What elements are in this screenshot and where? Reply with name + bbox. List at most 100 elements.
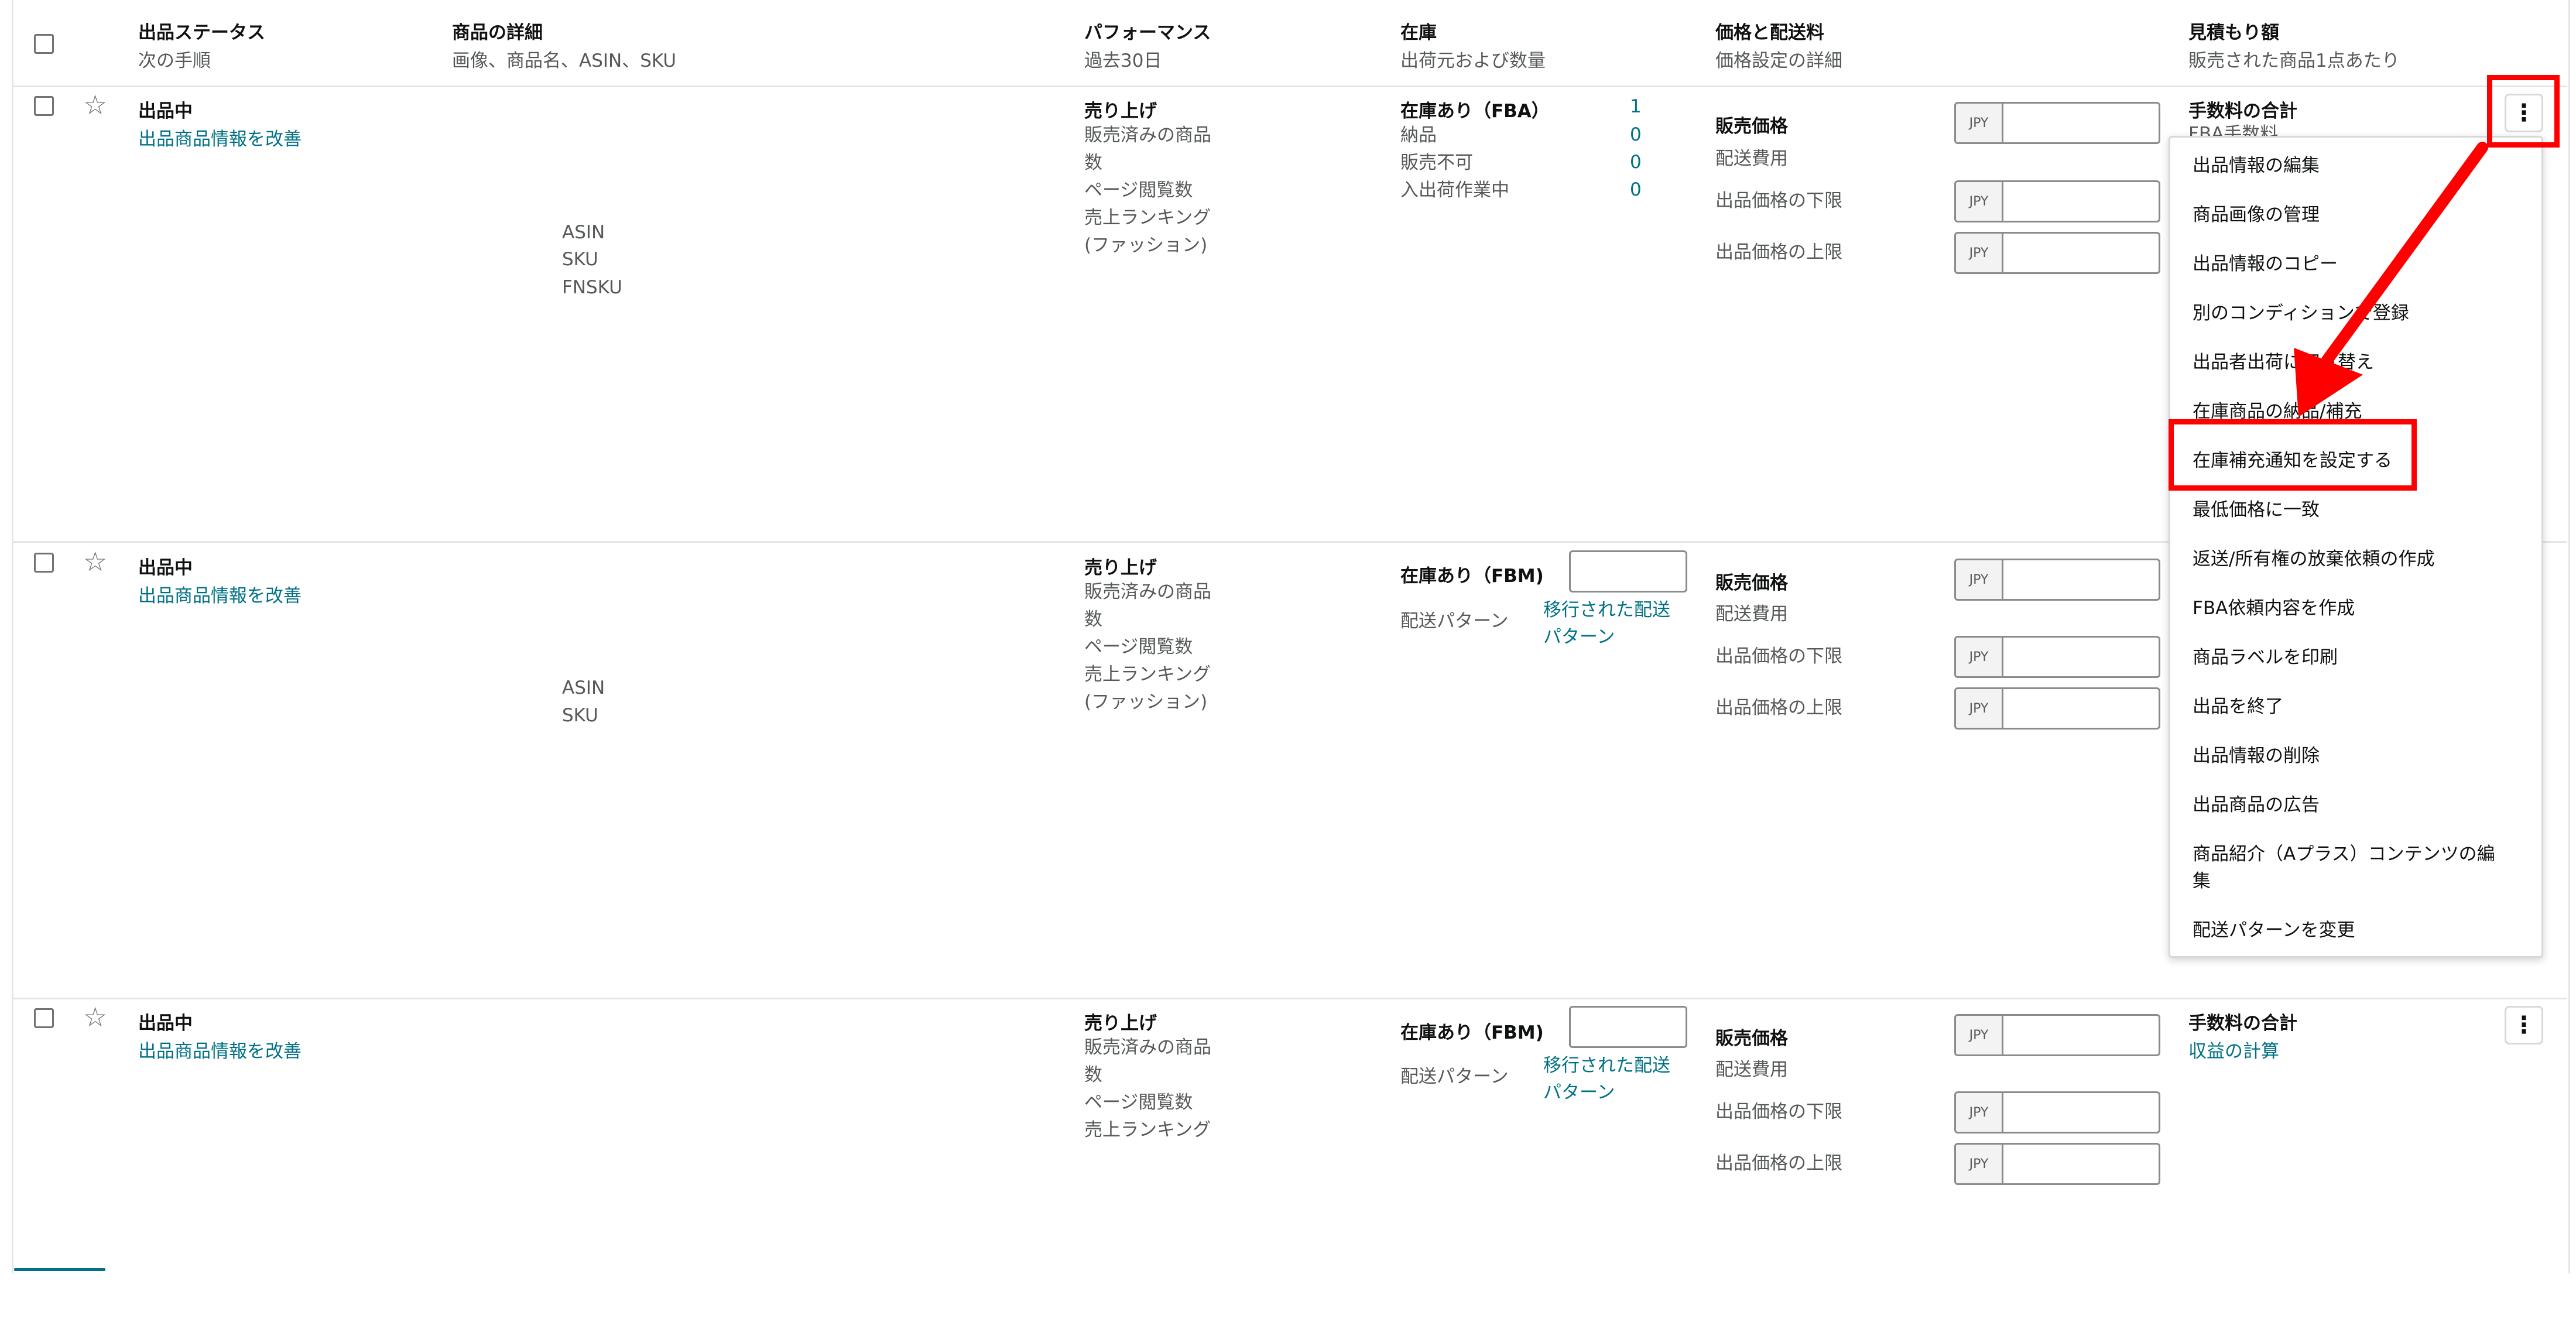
perf-ranking: 売上ランキング — [1084, 664, 1211, 685]
revenue-calculator-link[interactable]: 収益の計算 — [2188, 1036, 2279, 1063]
menu-item-print-labels[interactable]: 商品ラベルを印刷 — [2193, 642, 2338, 669]
currency-label: JPY — [1956, 234, 2003, 272]
min-price-input[interactable]: JPY — [1954, 636, 2160, 678]
min-price-input[interactable]: JPY — [1954, 1091, 2160, 1133]
perf-ranking: 売上ランキング — [1084, 207, 1211, 228]
menu-item-add-condition[interactable]: 別のコンディションで登録 — [2193, 298, 2409, 324]
inventory-title: 在庫あり（FBA） — [1400, 101, 1550, 122]
currency-label: JPY — [1956, 104, 2003, 142]
menu-item-create-fba-order[interactable]: FBA依頼内容を作成 — [2193, 593, 2355, 619]
select-all-checkbox[interactable] — [34, 34, 54, 54]
header-price-title[interactable]: 価格と配送料 — [1715, 18, 1824, 44]
star-outline-icon[interactable]: ☆ — [83, 548, 107, 575]
shipping-pattern-link[interactable]: 移行された配送 — [1543, 595, 1670, 621]
currency-label: JPY — [1956, 182, 2003, 221]
min-price-label: 出品価格の下限 — [1715, 190, 1842, 211]
header-inventory-title[interactable]: 在庫 — [1400, 18, 1437, 44]
perf-ranking: 売上ランキング — [1084, 1119, 1211, 1141]
perf-units: 販売済みの商品 — [1084, 581, 1211, 602]
max-price-label: 出品価格の上限 — [1715, 697, 1842, 718]
max-price-label: 出品価格の上限 — [1715, 1153, 1842, 1174]
max-price-input[interactable]: JPY — [1954, 232, 2160, 274]
asin-label: ASIN — [562, 222, 605, 243]
sku-label: SKU — [562, 249, 598, 270]
perf-page-views: ページ閲覧数 — [1084, 180, 1193, 201]
header-perf-title[interactable]: パフォーマンス — [1084, 18, 1211, 44]
max-price-input[interactable]: JPY — [1954, 687, 2160, 730]
menu-item-copy-listing[interactable]: 出品情報のコピー — [2193, 249, 2338, 275]
min-price-label: 出品価格の下限 — [1715, 1101, 1842, 1122]
menu-item-advertise[interactable]: 出品商品の広告 — [2193, 790, 2320, 816]
header-details-sub: 画像、商品名、ASIN、SKU — [452, 50, 677, 71]
perf-sales: 売り上げ — [1084, 1013, 1157, 1034]
quantity-input[interactable] — [1569, 550, 1687, 593]
inventory-value[interactable]: 0 — [1630, 152, 1642, 173]
fba-fee-label: FBA手数料 — [2188, 124, 2279, 136]
perf-category: (ファッション) — [1084, 235, 1208, 256]
fee-total-label: 手数料の合計 — [2188, 101, 2297, 122]
inventory-value[interactable]: 1 — [1630, 96, 1642, 117]
shipping-fee-label: 配送費用 — [1715, 148, 1788, 169]
sku-label: SKU — [562, 705, 598, 726]
menu-item-edit-listing[interactable]: 出品情報の編集 — [2193, 150, 2320, 177]
kebab-menu-icon[interactable]: ⋮ — [2505, 1006, 2543, 1045]
perf-units-cont: 数 — [1084, 1064, 1102, 1085]
shipping-pattern-label: 配送パターン — [1400, 611, 1509, 632]
header-perf-sub: 過去30日 — [1084, 50, 1162, 71]
improve-listing-link[interactable]: 出品商品情報を改善 — [138, 1036, 302, 1063]
shipping-pattern-link-cont[interactable]: パターン — [1543, 1077, 1615, 1104]
inventory-value[interactable]: 0 — [1630, 124, 1642, 145]
pagination-accent — [14, 1268, 105, 1271]
perf-category: (ファッション) — [1084, 691, 1208, 713]
menu-item-edit-aplus-cont[interactable]: 集 — [2193, 866, 2211, 892]
header-details-title[interactable]: 商品の詳細 — [452, 18, 543, 44]
menu-item-edit-aplus[interactable]: 商品紹介（Aプラス）コンテンツの編 — [2193, 839, 2495, 865]
row-checkbox[interactable] — [34, 553, 54, 573]
highlight-restock-box — [2169, 419, 2417, 491]
row-checkbox[interactable] — [34, 96, 54, 116]
header-estimate-title[interactable]: 見積もり額 — [2188, 18, 2279, 44]
header-inventory-sub: 出荷元および数量 — [1400, 50, 1546, 71]
perf-units: 販売済みの商品 — [1084, 1037, 1211, 1058]
improve-listing-link[interactable]: 出品商品情報を改善 — [138, 581, 302, 607]
max-price-label: 出品価格の上限 — [1715, 242, 1842, 263]
price-input[interactable]: JPY — [1954, 559, 2160, 601]
shipping-pattern-link-cont[interactable]: パターン — [1543, 622, 1615, 648]
inventory-label: 納品 — [1400, 125, 1437, 146]
inventory-value[interactable]: 0 — [1630, 179, 1642, 200]
shipping-pattern-link[interactable]: 移行された配送 — [1543, 1050, 1670, 1077]
inventory-label: 入出荷作業中 — [1400, 180, 1509, 201]
row-checkbox[interactable] — [34, 1008, 54, 1028]
inventory-label: 販売不可 — [1400, 152, 1473, 173]
min-price-input[interactable]: JPY — [1954, 180, 2160, 222]
menu-item-removal-order[interactable]: 返送/所有権の放棄依頼の作成 — [2193, 544, 2434, 570]
shipping-fee-label: 配送費用 — [1715, 604, 1788, 625]
listing-status: 出品中 — [138, 1013, 193, 1034]
menu-item-close-listing[interactable]: 出品を終了 — [2193, 691, 2283, 718]
star-outline-icon[interactable]: ☆ — [83, 1004, 107, 1030]
menu-item-change-shipping[interactable]: 配送パターンを変更 — [2193, 915, 2355, 941]
menu-item-manage-images[interactable]: 商品画像の管理 — [2193, 200, 2320, 226]
row-divider — [12, 998, 2567, 999]
perf-units-cont: 数 — [1084, 609, 1102, 630]
header-divider — [12, 85, 2567, 87]
menu-item-match-low-price[interactable]: 最低価格に一致 — [2193, 495, 2320, 521]
menu-item-delete-listing[interactable]: 出品情報の削除 — [2193, 741, 2320, 767]
header-estimate-sub: 販売された商品1点あたり — [2188, 50, 2400, 71]
min-price-label: 出品価格の下限 — [1715, 646, 1842, 667]
quantity-input[interactable] — [1569, 1006, 1687, 1048]
header-price-sub: 価格設定の詳細 — [1715, 50, 1842, 71]
improve-listing-link[interactable]: 出品商品情報を改善 — [138, 124, 302, 150]
max-price-input[interactable]: JPY — [1954, 1143, 2160, 1185]
header-status-title[interactable]: 出品ステータス — [138, 18, 265, 44]
perf-sales: 売り上げ — [1084, 557, 1157, 578]
star-outline-icon[interactable]: ☆ — [83, 91, 107, 118]
perf-units-cont: 数 — [1084, 152, 1102, 173]
asin-label: ASIN — [562, 677, 605, 698]
currency-label: JPY — [1956, 560, 2003, 599]
menu-item-switch-to-merchant[interactable]: 出品者出荷に切り替え — [2193, 347, 2374, 374]
price-input[interactable]: JPY — [1954, 1014, 2160, 1056]
shipping-fee-label: 配送費用 — [1715, 1059, 1788, 1080]
price-input[interactable]: JPY — [1954, 102, 2160, 144]
header-status-sub: 次の手順 — [138, 50, 211, 71]
